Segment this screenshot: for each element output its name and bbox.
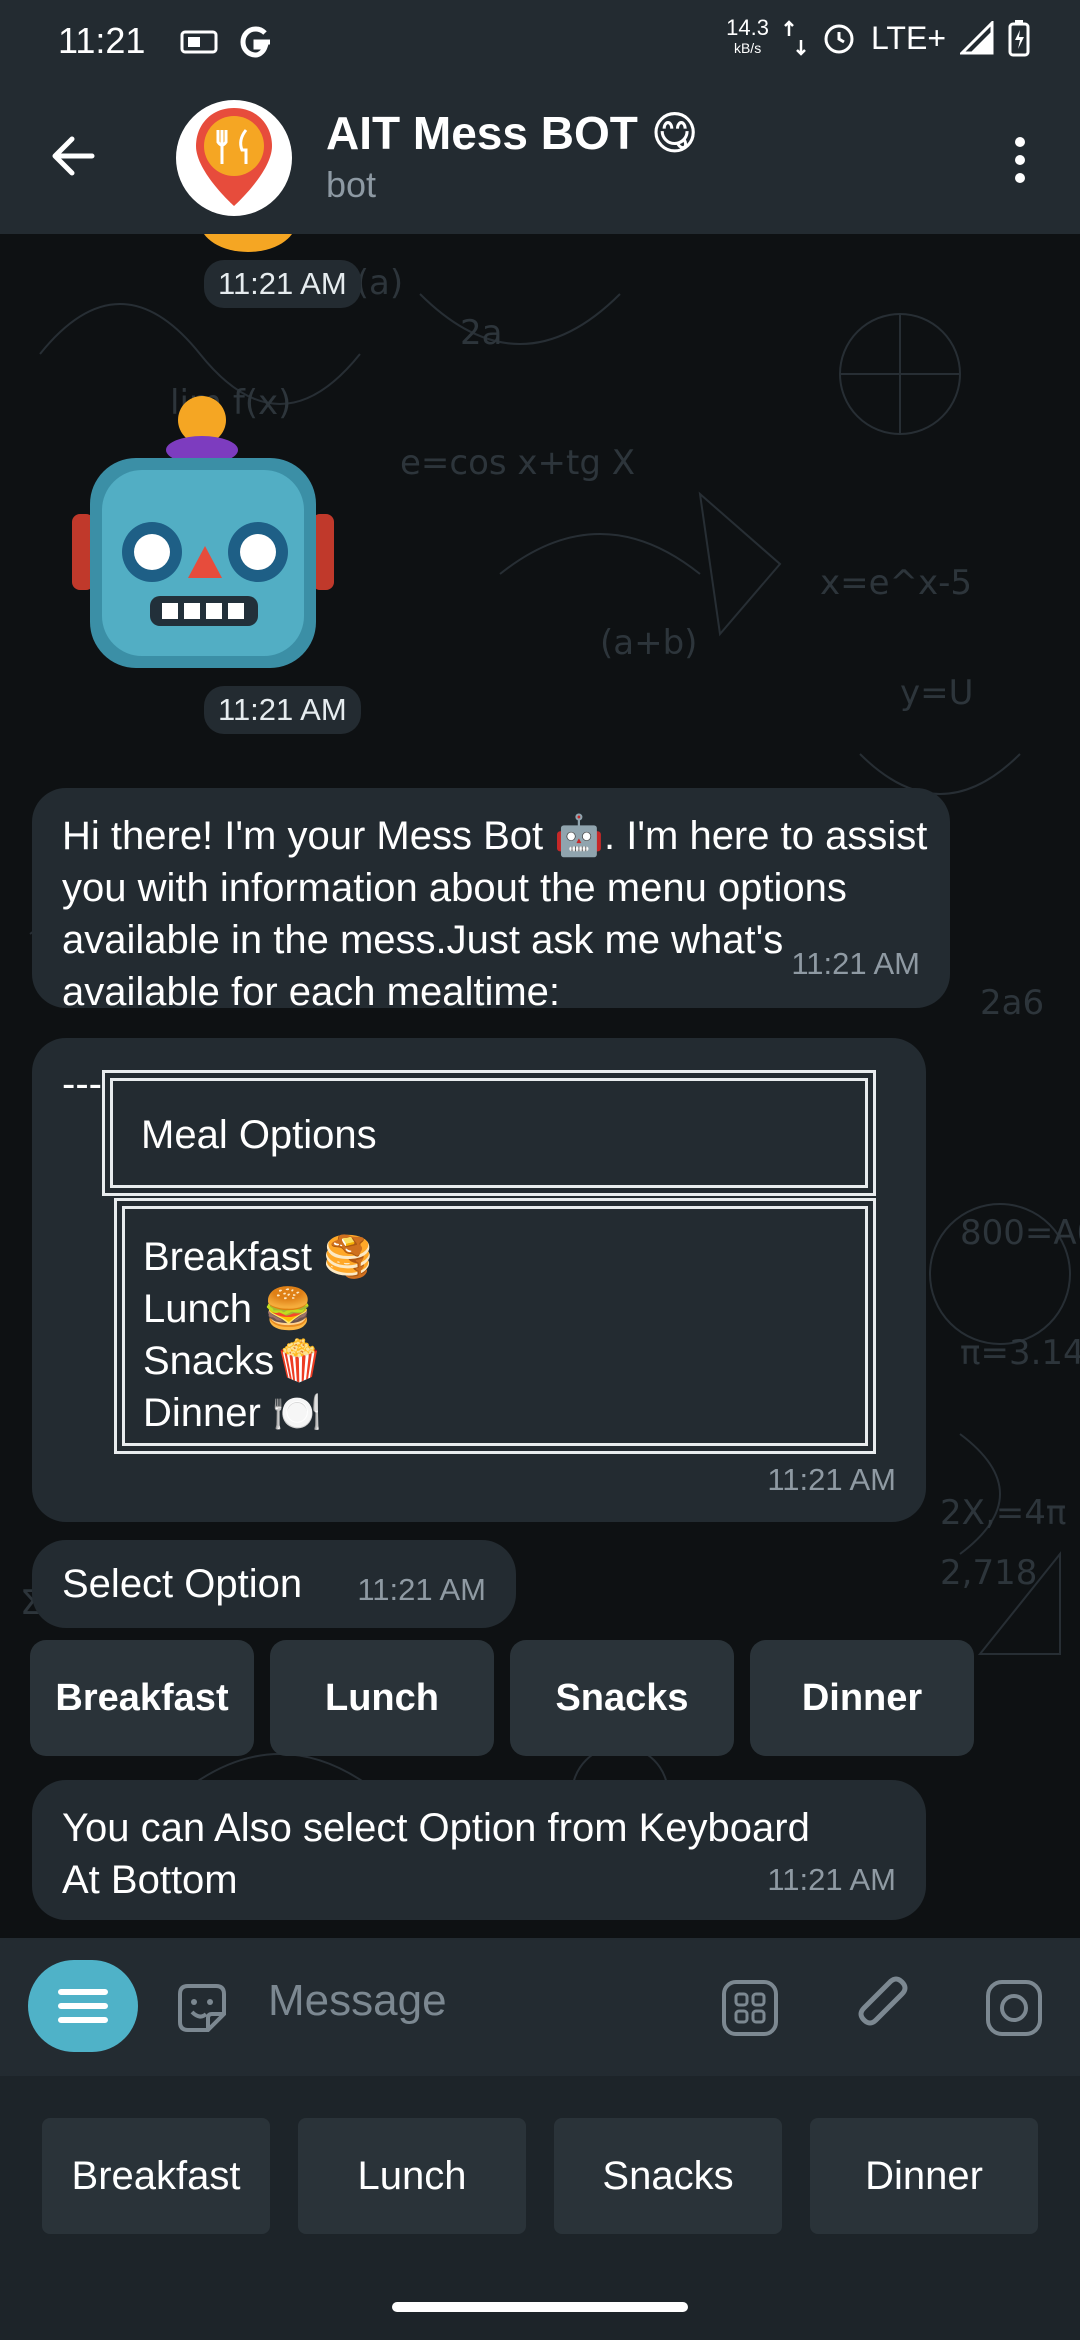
bot-menu-button[interactable]: [28, 1960, 138, 2052]
message-input[interactable]: Message: [268, 1976, 447, 2026]
svg-text:(a+b): (a+b): [600, 623, 697, 663]
svg-text:2a: 2a: [460, 313, 502, 353]
inline-button-lunch[interactable]: Lunch: [270, 1640, 494, 1756]
restaurant-pin-icon: [196, 108, 272, 206]
message-composer: Message: [0, 1938, 1080, 2076]
inline-button-snacks[interactable]: Snacks: [510, 1640, 734, 1756]
menu-title: Meal Options: [141, 1113, 377, 1157]
message-text-line: You can Also select Option from Keyboard: [62, 1806, 810, 1850]
message-timestamp: 11:21 AM: [357, 1572, 486, 1607]
menu-item: Breakfast 🥞: [143, 1235, 373, 1279]
alarm-icon: [824, 24, 854, 54]
message-text: Select Option: [62, 1562, 303, 1606]
message-timestamp: 11:21 AM: [767, 1462, 896, 1497]
menu-item: Dinner 🍽️: [143, 1391, 322, 1435]
sim-card-icon: [180, 30, 218, 54]
chat-area[interactable]: tan(a) 2a lim f(x) e=cos x+tg X x=e^x-5 …: [0, 234, 1080, 1938]
message-text-line: At Bottom: [62, 1858, 238, 1902]
message-bubble[interactable]: Hi there! I'm your Mess Bot 🤖. I'm here …: [32, 788, 950, 1014]
inline-button-breakfast[interactable]: Breakfast: [30, 1640, 254, 1756]
svg-text:x=e^x-5: x=e^x-5: [820, 563, 972, 603]
chat-header: AIT Mess BOT 😋 bot: [0, 82, 1080, 234]
commands-grid-icon[interactable]: [720, 1978, 780, 2038]
menu-items-box: Breakfast 🥞 Lunch 🍔 Snacks🍿 Dinner 🍽️: [114, 1198, 876, 1454]
system-nav-bar: [0, 2274, 1080, 2340]
keyboard-button-breakfast[interactable]: Breakfast: [42, 2118, 270, 2234]
status-time: 11:21: [58, 20, 146, 61]
status-bar: 11:21 14.3 kB/s LTE+: [0, 0, 1080, 82]
svg-text:2X,=4π: 2X,=4π: [940, 1493, 1066, 1533]
attach-icon[interactable]: [852, 1974, 916, 2040]
message-timestamp: 11:21 AM: [767, 1862, 896, 1897]
back-arrow-icon[interactable]: [44, 126, 104, 186]
menu-item: Lunch 🍔: [143, 1287, 313, 1331]
menu-prefix: ---: [62, 1062, 102, 1106]
chat-subtitle: bot: [326, 164, 377, 205]
home-indicator[interactable]: [392, 2302, 688, 2312]
data-arrows-icon: [784, 20, 806, 56]
svg-text:e=cos x+tg X: e=cos x+tg X: [400, 443, 635, 483]
robot-sticker: [72, 396, 334, 668]
message-timestamp: 11:21 AM: [791, 946, 920, 981]
keyboard-button-lunch[interactable]: Lunch: [298, 2118, 526, 2234]
sticker-partial: [204, 234, 292, 252]
camera-icon[interactable]: [984, 1978, 1044, 2038]
menu-message-bubble[interactable]: --- Meal Options Breakfast 🥞 Lunch 🍔 Sna…: [32, 1038, 926, 1522]
keyboard-button-snacks[interactable]: Snacks: [554, 2118, 782, 2234]
svg-text:2,718: 2,718: [940, 1553, 1037, 1593]
sticker-timestamp: 11:21 AM: [204, 260, 361, 308]
svg-text:π=3.14: π=3.14: [960, 1333, 1080, 1373]
sticker-icon[interactable]: [172, 1978, 232, 2038]
sticker-timestamp: 11:21 AM: [204, 686, 361, 734]
select-option-bubble[interactable]: Select Option 11:21 AM: [32, 1540, 516, 1628]
chat-title[interactable]: AIT Mess BOT 😋: [326, 106, 699, 160]
inline-button-dinner[interactable]: Dinner: [750, 1640, 974, 1756]
bot-avatar[interactable]: [176, 100, 292, 216]
more-options-icon[interactable]: [1000, 130, 1040, 190]
menu-item: Snacks🍿: [143, 1339, 324, 1383]
menu-title-box: Meal Options: [102, 1070, 876, 1196]
net-speed: 14.3 kB/s: [726, 15, 769, 57]
menu-icon: [58, 1989, 108, 2023]
svg-text:800=A00: 800=A00: [960, 1213, 1080, 1253]
svg-text:2a6: 2a6: [980, 983, 1044, 1023]
reply-keyboard: Breakfast Lunch Snacks Dinner: [0, 2076, 1080, 2274]
svg-text:y=U: y=U: [900, 673, 974, 713]
google-icon: [240, 26, 270, 58]
message-bubble[interactable]: You can Also select Option from Keyboard…: [32, 1780, 926, 1920]
keyboard-button-dinner[interactable]: Dinner: [810, 2118, 1038, 2234]
status-left-icons: [180, 22, 276, 62]
signal-icon: [960, 21, 994, 55]
status-right-icons: 14.3 kB/s LTE+: [726, 15, 1030, 58]
battery-icon: [1008, 20, 1030, 57]
network-type: LTE+: [871, 19, 946, 56]
